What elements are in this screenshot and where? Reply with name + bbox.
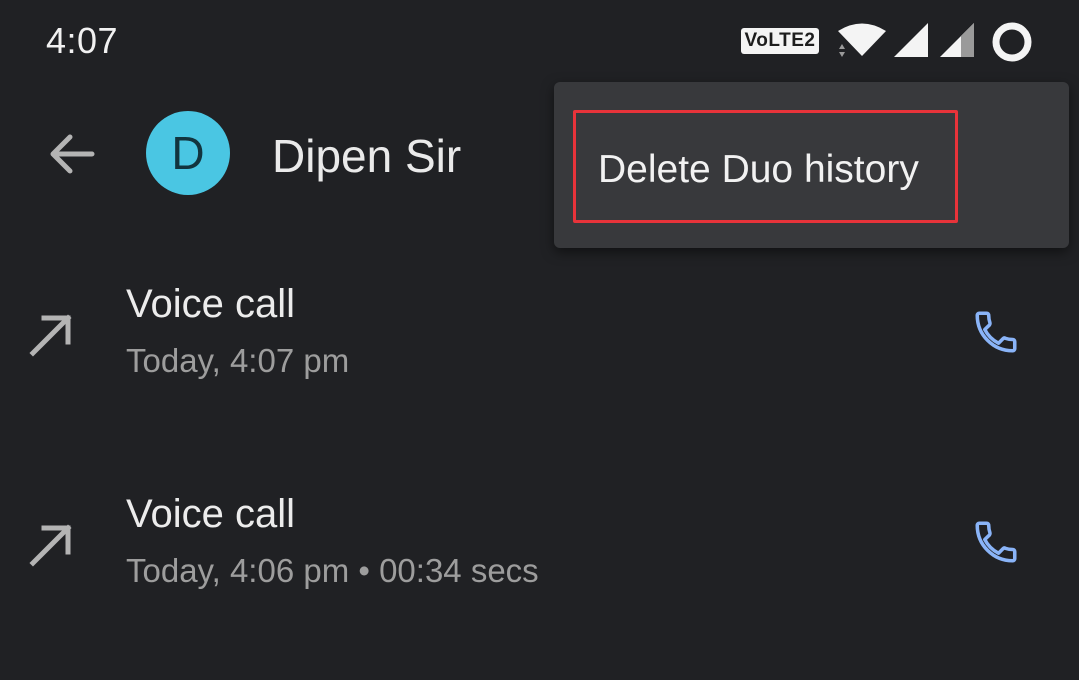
call-title: Voice call	[126, 492, 295, 536]
phone-icon	[971, 517, 1021, 572]
signal-icon	[939, 22, 975, 63]
call-back-button[interactable]	[960, 508, 1032, 580]
call-back-button[interactable]	[960, 298, 1032, 370]
signal-icon	[893, 22, 929, 63]
outgoing-call-icon	[28, 312, 74, 363]
status-time: 4:07	[46, 20, 119, 61]
call-log-item[interactable]: Voice call Today, 4:07 pm	[0, 270, 1079, 470]
overflow-menu: Delete Duo history	[554, 82, 1069, 248]
battery-icon	[990, 20, 1034, 69]
avatar: D	[146, 111, 230, 195]
volte-badge: VoLTE2	[741, 28, 819, 54]
call-detail: Today, 4:07 pm	[126, 342, 350, 379]
contact-name: Dipen Sir	[272, 130, 462, 182]
menu-item-label: Delete Duo history	[598, 148, 919, 191]
phone-icon	[971, 307, 1021, 362]
call-detail: Today, 4:06 pm • 00:34 secs	[126, 552, 539, 589]
back-arrow-icon[interactable]	[48, 133, 96, 180]
wifi-icon	[836, 22, 888, 63]
status-bar: 4:07 VoLTE2	[0, 0, 1079, 84]
delete-duo-history-menu-item[interactable]: Delete Duo history	[573, 110, 958, 223]
call-log-item[interactable]: Voice call Today, 4:06 pm • 00:34 secs	[0, 480, 1079, 680]
outgoing-call-icon	[28, 522, 74, 573]
call-title: Voice call	[126, 282, 295, 326]
